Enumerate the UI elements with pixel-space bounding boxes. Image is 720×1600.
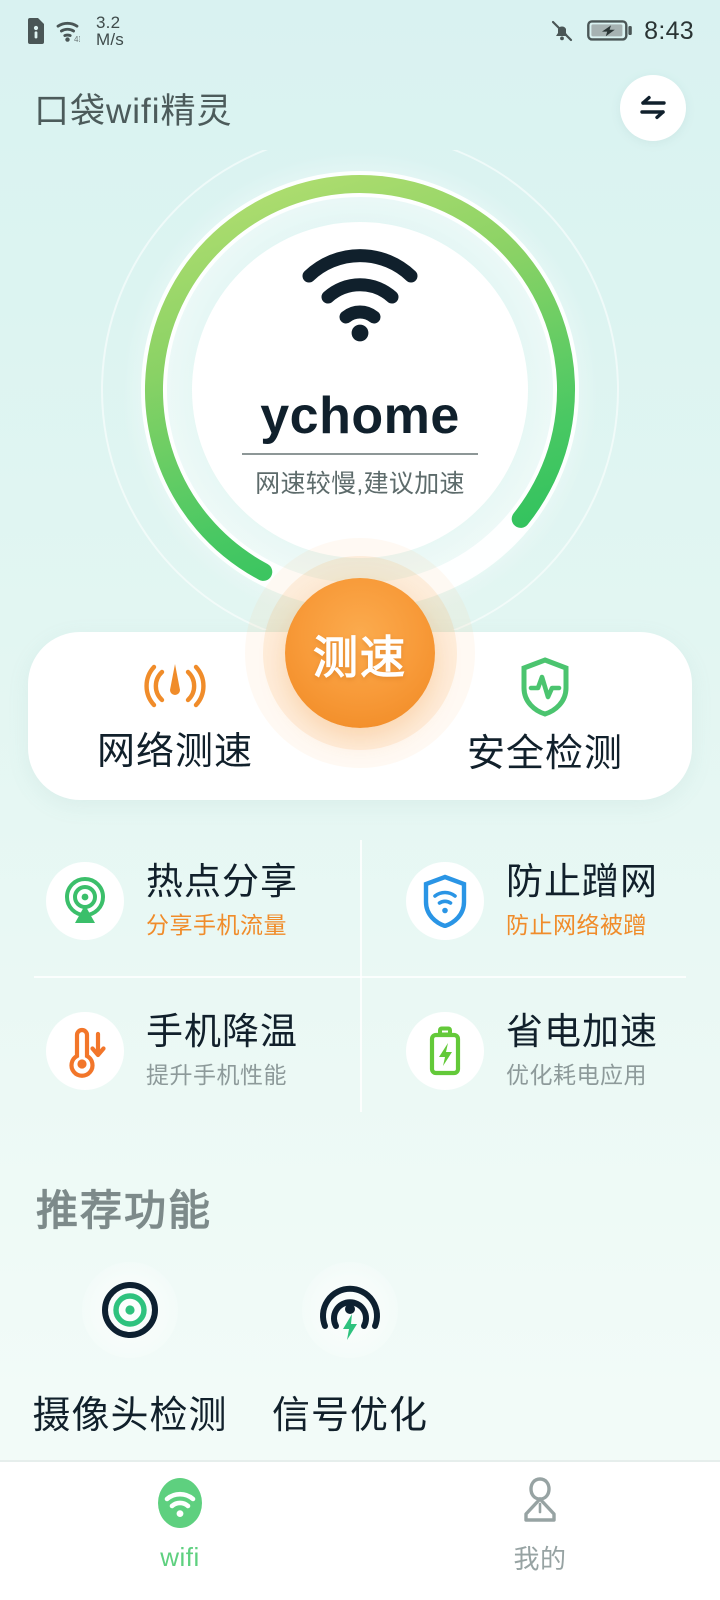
status-bar-left: 4⁞ 3.2 M/s [26, 12, 124, 49]
tab-profile[interactable]: 我的 [360, 1462, 720, 1600]
feature-subtitle: 分享手机流量 [146, 912, 287, 939]
bell-muted-icon [552, 20, 573, 42]
network-speed-value: 3.2 [96, 12, 121, 32]
wifi-signal-icon [302, 249, 418, 342]
app-root: 4⁞ 3.2 M/s 8:43 口袋wifi精灵 ychome 网速较慢,建议加… [0, 0, 720, 1600]
action-security-check[interactable]: 安全检测 [420, 632, 670, 800]
feature-text: 防止蹭网 防止网络被蹭 [506, 860, 658, 941]
feature-text: 省电加速 优化耗电应用 [506, 1010, 658, 1091]
ssid-underline [242, 453, 478, 456]
recommended-camera-detect[interactable]: 摄像头检测 [20, 1262, 240, 1439]
swap-horizontal-icon [640, 95, 666, 120]
feature-phone-cooling[interactable]: 手机降温 提升手机性能 [0, 976, 360, 1126]
feature-prevent-freeload[interactable]: 防止蹭网 防止网络被蹭 [360, 826, 720, 976]
speed-test-label: 测速 [312, 631, 407, 683]
feature-text: 热点分享 分享手机流量 [146, 860, 298, 941]
svg-text:4⁞: 4⁞ [74, 35, 81, 44]
wifi-tab-icon [158, 1477, 202, 1528]
tab-label: wifi [160, 1541, 200, 1572]
feature-icon-wrap [46, 1012, 124, 1090]
status-bar: 4⁞ 3.2 M/s 8:43 [0, 0, 720, 62]
feature-title: 手机降温 [146, 1010, 298, 1052]
feature-text: 手机降温 提升手机性能 [146, 1010, 298, 1091]
feature-grid: 热点分享 分享手机流量 防止蹭网 防止网络被蹭 手机降温 提升手机性能 省电加速… [0, 826, 720, 1126]
feature-subtitle: 优化耗电应用 [506, 1062, 647, 1089]
recommended-label: 信号优化 [271, 1395, 428, 1437]
page-title: 口袋wifi精灵 [34, 91, 233, 131]
tab-label: 我的 [513, 1543, 567, 1574]
feature-title: 热点分享 [146, 860, 298, 902]
hotspot-broadcast-icon [65, 877, 105, 923]
recommended-label: 摄像头检测 [32, 1395, 228, 1437]
wifi-gauge[interactable]: ychome 网速较慢,建议加速 [0, 150, 720, 630]
network-status-text: 网速较慢,建议加速 [255, 470, 465, 499]
wifi-4g-icon: 4⁞ [56, 21, 81, 44]
shield-wifi-icon [423, 874, 467, 928]
bottom-tab-bar: wifi 我的 [0, 1460, 720, 1600]
app-header: 口袋wifi精灵 [0, 62, 720, 154]
recommended-items: 摄像头检测 信号优化 [0, 1262, 720, 1437]
recommended-section-title: 推荐功能 [36, 1187, 213, 1234]
signal-boost-icon [320, 1285, 380, 1340]
action-label: 网络测速 [96, 730, 253, 773]
wifi-ssid: ychome [260, 387, 460, 445]
shield-pulse-icon [521, 656, 569, 717]
feature-icon-wrap [406, 862, 484, 940]
camera-detect-target-icon [102, 1282, 158, 1338]
feature-title: 省电加速 [506, 1010, 658, 1052]
status-bar-right: 8:43 [548, 17, 694, 46]
speedometer-signal-icon [144, 663, 206, 707]
recommended-icon-wrap [302, 1262, 398, 1358]
battery-charging-icon [587, 20, 632, 41]
feature-power-save[interactable]: 省电加速 优化耗电应用 [360, 976, 720, 1126]
feature-icon-wrap [406, 1012, 484, 1090]
sim-card-alert-icon [28, 18, 44, 44]
user-tab-icon [524, 1476, 556, 1522]
feature-title: 防止蹭网 [506, 860, 658, 902]
battery-bolt-icon [429, 1026, 461, 1076]
switch-network-button[interactable] [620, 75, 686, 141]
status-bar-clock: 8:43 [644, 16, 694, 45]
action-network-speed-test[interactable]: 网络测速 [50, 632, 300, 800]
feature-icon-wrap [46, 862, 124, 940]
feature-hotspot-share[interactable]: 热点分享 分享手机流量 [0, 826, 360, 976]
network-speed-unit: M/s [96, 30, 124, 49]
feature-subtitle: 提升手机性能 [146, 1062, 287, 1089]
recommended-signal-optimize[interactable]: 信号优化 [240, 1262, 460, 1439]
gauge-center-content: ychome 网速较慢,建议加速 [195, 388, 525, 500]
thermometer-down-icon [69, 1027, 106, 1078]
network-speed-indicator: 3.2 M/s [96, 12, 124, 49]
feature-subtitle: 防止网络被蹭 [506, 912, 647, 939]
recommended-icon-wrap [82, 1262, 178, 1358]
action-label: 安全检测 [466, 732, 623, 775]
tab-wifi[interactable]: wifi [0, 1462, 360, 1600]
speed-test-button[interactable]: 测速 [285, 578, 435, 728]
